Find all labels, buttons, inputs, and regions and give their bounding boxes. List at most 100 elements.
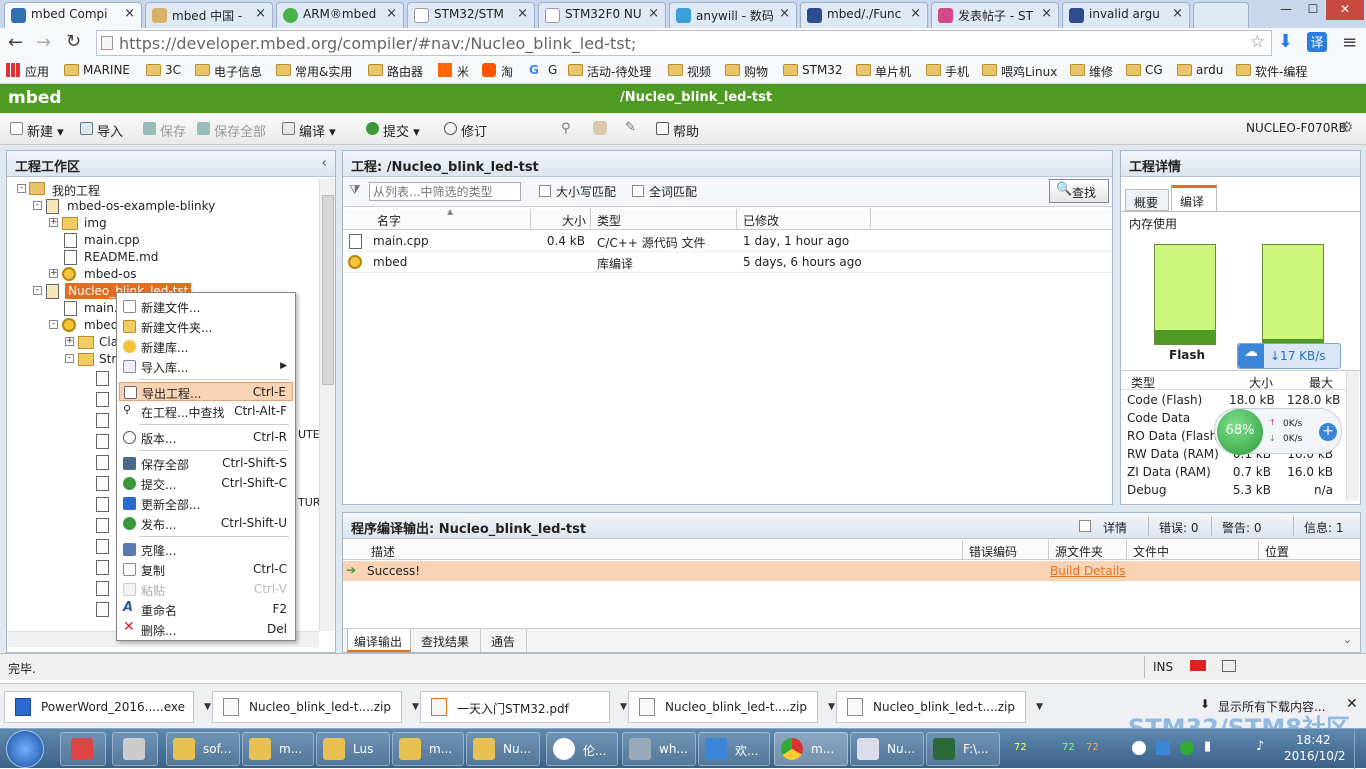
menu-item-revisions[interactable]: 版本... Ctrl-R (119, 428, 293, 447)
browser-tab-mbed-func[interactable]: mbed/./Func × (800, 2, 928, 28)
menu-item-new-file[interactable]: 新建文件... (119, 297, 293, 316)
download-icon[interactable]: ⬇ (1278, 31, 1293, 52)
volume-icon[interactable]: ♪ (1256, 739, 1264, 754)
menu-item-save-all[interactable]: 保存全部 Ctrl-Shift-S (119, 454, 293, 473)
browser-tab-invalid-arg[interactable]: invalid argu × (1062, 2, 1190, 28)
search-button[interactable]: 🔍 查找 (1049, 179, 1109, 203)
bookmark-folder[interactable]: 活动-待处理 (568, 63, 651, 80)
menu-item-rename[interactable]: A 重命名 F2 (119, 600, 293, 619)
download-item[interactable]: Nucleo_blink_led-t....zip ▼ (212, 691, 419, 723)
bookmark-folder[interactable]: ardu (1177, 63, 1223, 77)
translate-icon[interactable]: 译 (1307, 32, 1327, 52)
close-tab-icon[interactable]: × (124, 6, 135, 21)
browser-tab-stm32[interactable]: STM32/STM × (407, 2, 535, 28)
bookmark-folder[interactable]: 路由器 (368, 63, 423, 80)
taskbar-item[interactable]: 欢... (698, 732, 770, 766)
plus-icon[interactable]: + (1319, 423, 1337, 441)
menu-item-publish[interactable]: 发布... Ctrl-Shift-U (119, 514, 293, 533)
menu-item-export-program[interactable]: 导出工程... Ctrl-E (119, 382, 293, 401)
menu-item-commit[interactable]: 提交... Ctrl-Shift-C (119, 474, 293, 493)
bookmark-folder[interactable]: 常用&实用 (276, 63, 352, 80)
close-tab-icon[interactable]: × (910, 6, 921, 21)
menu-item-paste[interactable]: 粘贴 Ctrl-V (119, 580, 293, 599)
table-row[interactable]: main.cpp 0.4 kB C/C++ 源代码 文件 1 day, 1 ho… (343, 231, 1112, 252)
tree-file-main[interactable]: main.cpp (84, 233, 140, 247)
chevron-down-icon[interactable]: ⌄ (1343, 633, 1352, 646)
word-match-checkbox[interactable] (632, 185, 644, 197)
chevron-down-icon[interactable]: ▼ (1036, 702, 1043, 712)
tab-summary[interactable]: 概要 (1125, 189, 1169, 211)
bookmark-folder[interactable]: 单片机 (856, 63, 911, 80)
close-tab-icon[interactable]: × (1041, 6, 1052, 21)
tab-compile[interactable]: 编译 (1171, 185, 1217, 211)
expand-toggle[interactable]: + (49, 269, 58, 278)
bookmark-star-icon[interactable]: ☆ (1250, 32, 1265, 52)
menu-item-copy[interactable]: 复制 Ctrl-C (119, 560, 293, 579)
help-button[interactable]: 帮助 (656, 121, 699, 140)
close-window-button[interactable]: ✕ (1326, 0, 1364, 20)
tab-search-results[interactable]: 查找结果 (413, 629, 481, 652)
download-item[interactable]: 一天入门STM32.pdf ▼ (420, 691, 627, 723)
tray-security-icon[interactable] (1180, 741, 1194, 755)
expand-toggle[interactable]: - (17, 184, 26, 193)
taskbar-item[interactable]: wh... (622, 732, 696, 766)
column-type[interactable]: 类型 (591, 209, 737, 229)
collapse-panel-icon[interactable]: ‹ (321, 155, 327, 171)
tree-root[interactable]: 我的工程 (52, 182, 100, 199)
chevron-down-icon[interactable]: ▼ (620, 702, 627, 712)
taskbar-item[interactable]: Lus (316, 732, 390, 766)
wrench-icon[interactable]: ✎ (625, 120, 636, 135)
browser-tab-post[interactable]: 发表帖子 - ST × (931, 2, 1059, 28)
menu-icon[interactable]: ≡ (1342, 32, 1357, 53)
keyboard-icon[interactable] (1222, 660, 1236, 672)
expand-toggle[interactable]: - (49, 320, 58, 329)
save-all-button[interactable]: 保存全部 (197, 121, 266, 140)
details-checkbox[interactable] (1079, 520, 1091, 532)
column-size[interactable]: 大小 (531, 209, 591, 229)
tree-folder-img[interactable]: img (84, 216, 107, 230)
build-details-link[interactable]: Build Details (1050, 564, 1126, 578)
download-speed-widget[interactable]: ☁ ↓17 KB/s (1237, 343, 1341, 369)
browser-tab-anywill[interactable]: anywill - 数码 × (669, 2, 797, 28)
bookmark-folder[interactable]: STM32 (783, 63, 843, 77)
expand-toggle[interactable]: - (33, 201, 42, 210)
taskbar-item[interactable]: sof... (166, 732, 240, 766)
bookmark-apps[interactable]: 应用 (6, 63, 49, 80)
revise-button[interactable]: 修订 (444, 121, 487, 140)
taskbar-item[interactable]: 伦... (546, 732, 618, 766)
bookmark-folder[interactable]: MARINE (64, 63, 130, 77)
tree-project-blinky[interactable]: mbed-os-example-blinky (67, 199, 215, 213)
taskbar-item[interactable]: F:\... (926, 732, 1000, 766)
bookmark-folder[interactable]: 维修 (1070, 63, 1113, 80)
taskbar-pin[interactable] (112, 732, 158, 766)
close-tab-icon[interactable]: × (517, 6, 528, 21)
bookmark-folder[interactable]: 购物 (725, 63, 768, 80)
close-tab-icon[interactable]: × (255, 6, 266, 21)
new-button[interactable]: 新建 ▾ (10, 121, 64, 140)
close-tab-icon[interactable]: × (648, 6, 659, 21)
close-tab-icon[interactable]: × (779, 6, 790, 21)
tree-lib-mbed[interactable]: mbed (84, 318, 118, 332)
expand-toggle[interactable]: - (65, 354, 74, 363)
column-modified[interactable]: 已修改 (737, 209, 871, 229)
bookmark-google[interactable]: GG (529, 63, 557, 77)
bookmark-taobao[interactable]: 淘 (482, 63, 513, 80)
bookmark-folder[interactable]: 喂鸡Linux (982, 63, 1057, 80)
clock-time[interactable]: 18:42 (1296, 733, 1331, 747)
tray-cloud-icon[interactable] (1156, 741, 1170, 755)
platform-tool-icon[interactable]: ⚙ (1340, 118, 1353, 136)
table-row[interactable]: mbed 库编译 5 days, 6 hours ago (343, 252, 1112, 273)
expand-toggle[interactable]: - (33, 286, 42, 295)
taskbar-item[interactable]: Nu... (466, 732, 540, 766)
clock-date[interactable]: 2016/10/2 (1284, 749, 1346, 763)
tray-app-icon[interactable] (1132, 741, 1146, 755)
tab-compile-output[interactable]: 编译输出 (347, 629, 411, 652)
close-tab-icon[interactable]: × (386, 6, 397, 21)
close-tab-icon[interactable]: × (1172, 6, 1183, 21)
case-match-checkbox[interactable] (539, 185, 551, 197)
browser-tab-stm32f0[interactable]: STM32F0 NU × (538, 2, 666, 28)
url-input[interactable]: https://developer.mbed.org/compiler/#nav… (96, 30, 1272, 56)
browser-tab-arm-mbed[interactable]: ARM®mbed × (276, 2, 404, 28)
taskbar-item[interactable]: m... (392, 732, 464, 766)
taskbar-pin[interactable] (60, 732, 106, 766)
